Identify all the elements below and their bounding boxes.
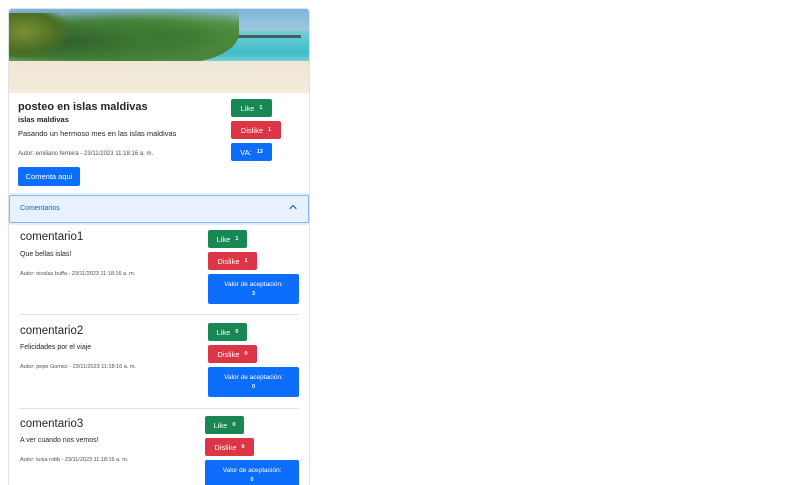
comments-accordion-header[interactable]: Comentarios <box>9 195 309 223</box>
like-count: 0 <box>232 422 236 428</box>
chevron-up-icon <box>289 204 297 210</box>
dislike-count: 1 <box>268 127 272 133</box>
comment-text: Que bellas islas! <box>20 251 72 258</box>
va-value: 13 <box>256 149 263 155</box>
comment-item: comentario3 A ver cuando nos vemos! Auto… <box>9 409 309 485</box>
like-label: Like <box>216 234 231 244</box>
comment-title: comentario3 <box>20 418 84 430</box>
comment-author: Autor: luisa robb - 23/11/2023 11:18:16 … <box>20 457 129 463</box>
dislike-label: Dislike <box>240 125 264 135</box>
post-va-badge: VA: 13 <box>231 143 272 161</box>
post-text: Pasando un hermoso mes en las islas mald… <box>18 129 177 138</box>
post-image <box>9 9 309 93</box>
comment-va-badge: Valor de aceptación: 0 <box>208 367 299 397</box>
comment-dislike-button[interactable]: Dislike 0 <box>205 438 254 456</box>
post-author: Autor: emiliano ferreira - 23/11/2023 11… <box>18 151 154 157</box>
like-label: Like <box>216 327 231 337</box>
dislike-count: 1 <box>244 258 248 264</box>
va-label: VA: <box>240 147 252 157</box>
comment-divider <box>19 314 299 315</box>
like-count: 0 <box>235 329 239 335</box>
va-label: Valor de aceptación: <box>222 467 282 474</box>
va-label: Valor de aceptación: <box>224 281 283 288</box>
comment-va-badge: Valor de aceptación: 0 <box>205 460 299 485</box>
dislike-label: Dislike <box>217 256 240 266</box>
comment-like-button[interactable]: Like 0 <box>208 323 247 341</box>
like-count: 1 <box>235 236 239 242</box>
comment-title: comentario2 <box>20 325 84 337</box>
post-subtitle: islas maldivas <box>18 115 69 124</box>
va-value: 0 <box>250 477 254 483</box>
comment-text: A ver cuando nos vemos! <box>20 437 99 444</box>
dislike-label: Dislike <box>214 442 237 452</box>
post-card: posteo en islas maldivas islas maldivas … <box>8 8 310 485</box>
comment-button[interactable]: Comenta aqui <box>18 167 80 186</box>
post-like-button[interactable]: Like 1 <box>231 99 272 117</box>
dislike-count: 0 <box>244 351 248 357</box>
comment-va-badge: Valor de aceptación: 3 <box>208 274 299 304</box>
comment-title: comentario1 <box>20 231 84 243</box>
comment-dislike-button[interactable]: Dislike 1 <box>208 252 257 270</box>
accordion-title: Comentarios <box>20 205 60 212</box>
comment-like-button[interactable]: Like 1 <box>208 230 247 248</box>
comment-item: comentario1 Que bellas islas! Autor: nic… <box>9 223 309 316</box>
comment-author: Autor: nicolas buffa - 23/11/2023 11:18:… <box>20 271 136 277</box>
comment-item: comentario2 Felicidades por el viaje Aut… <box>9 316 309 409</box>
like-label: Like <box>240 103 255 113</box>
comment-author: Autor: pepe Gomez - 23/11/2023 11:18:16 … <box>20 364 136 370</box>
dislike-count: 0 <box>241 444 245 450</box>
va-label: Valor de aceptación: <box>224 374 283 381</box>
like-count: 1 <box>259 105 263 111</box>
va-value: 0 <box>251 384 256 390</box>
comment-text: Felicidades por el viaje <box>20 344 92 351</box>
post-body: posteo en islas maldivas islas maldivas … <box>9 93 309 197</box>
va-value: 3 <box>251 291 256 297</box>
comment-like-button[interactable]: Like 0 <box>205 416 244 434</box>
dislike-label: Dislike <box>217 349 240 359</box>
post-title: posteo en islas maldivas <box>18 101 148 113</box>
comment-dislike-button[interactable]: Dislike 0 <box>208 345 257 363</box>
like-label: Like <box>213 420 228 430</box>
post-dislike-button[interactable]: Dislike 1 <box>231 121 281 139</box>
